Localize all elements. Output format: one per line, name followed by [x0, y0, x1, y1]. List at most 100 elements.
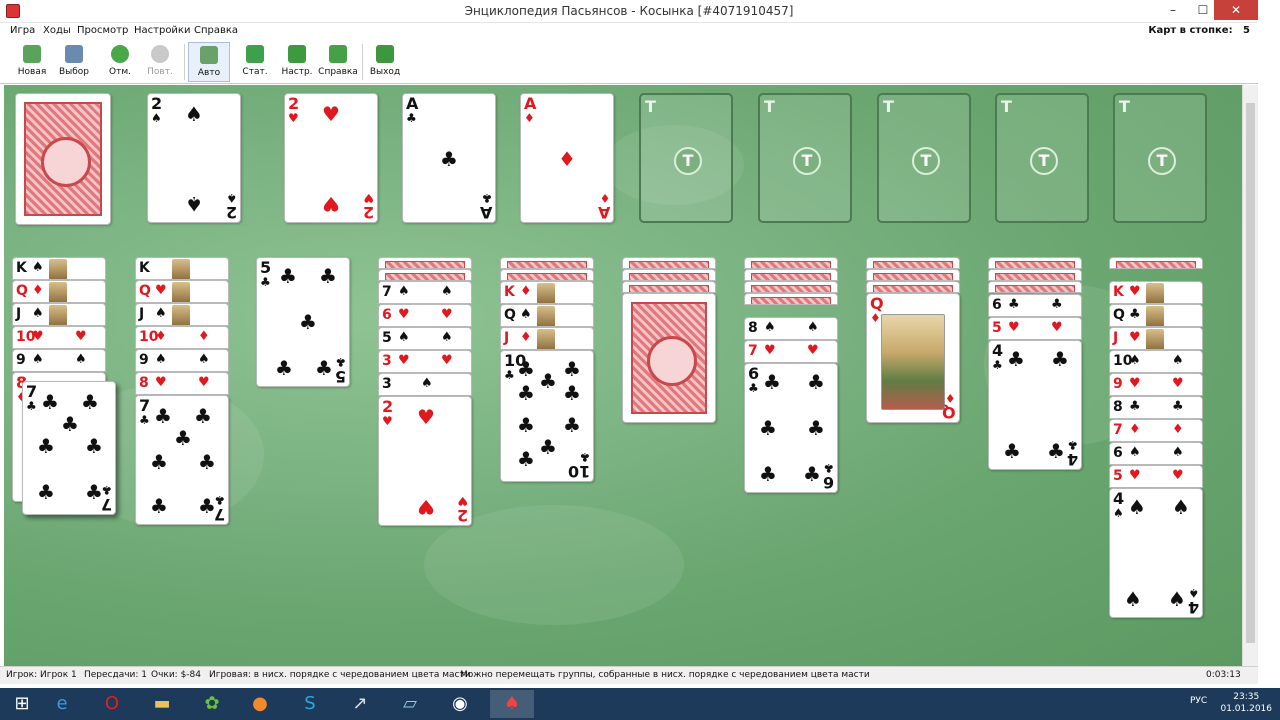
game-table: 2 ♠ ♠ ♠ 2 ♠ 2 ♥ ♥ ♥ 2 ♥ A ♣ ♣ A ♣ A ♦ ♦ A ♦ ТТ Т…: [4, 85, 1242, 666]
status-bar: Игрок: Игрок 1 Пересдачи: 1 Очки: $-84 И…: [0, 666, 1258, 684]
help-button[interactable]: Справка: [318, 42, 358, 82]
tableau-8-facedown: [866, 269, 960, 281]
tableau-7-card[interactable]: 8 ♠ ♠: [744, 317, 838, 340]
tableau-5-card[interactable]: K ♦: [500, 281, 594, 304]
tableau-4-card[interactable]: 5 ♠ ♠: [378, 327, 472, 350]
queen-portrait: [881, 314, 945, 410]
status-redeals: Пересдачи: 1: [84, 670, 148, 680]
tableau-2-card[interactable]: 10 ♦ ♦: [135, 326, 229, 349]
auto-label: Авто: [197, 68, 221, 78]
exit-icon: [376, 45, 394, 63]
tableau-7-top-card[interactable]: 6 ♣ ♣ ♣ ♣ ♣ ♣ ♣ 6 ♣: [744, 363, 838, 493]
skype-icon[interactable]: S: [288, 690, 332, 718]
scrollbar-thumb[interactable]: [1246, 103, 1255, 643]
firefox-icon[interactable]: ●: [238, 690, 282, 718]
start-icon[interactable]: ⊞: [0, 690, 44, 718]
tableau-4-facedown: [378, 257, 472, 269]
language-indicator[interactable]: РУС: [1190, 696, 1207, 706]
stats-button[interactable]: Стат.: [240, 42, 270, 82]
tableau-9-card[interactable]: 5 ♥ ♥: [988, 317, 1082, 340]
opera-icon[interactable]: O: [90, 690, 134, 718]
app-icon[interactable]: ◉: [438, 690, 482, 718]
clock[interactable]: 23:35 01.01.2016: [1220, 691, 1272, 715]
tableau-4-card[interactable]: 3 ♠: [378, 373, 472, 396]
dragged-card[interactable]: 7 ♣ ♣ ♣ ♣ ♣ ♣ ♣ ♣ 7 ♣: [22, 381, 116, 515]
exit-button[interactable]: Выход: [368, 42, 402, 82]
app-icon[interactable]: ↗: [338, 690, 382, 718]
tableau-2-card[interactable]: J ♠: [135, 303, 229, 326]
icq-icon[interactable]: ✿: [190, 690, 234, 718]
stock-pile[interactable]: [15, 93, 111, 225]
tableau-10-card[interactable]: 10 ♠ ♠: [1109, 350, 1203, 373]
settings-button[interactable]: Настр.: [279, 42, 315, 82]
waste-card-2[interactable]: 2 ♥ ♥ ♥ 2 ♥: [284, 93, 378, 223]
tableau-2-card[interactable]: 8 ♥ ♥: [135, 372, 229, 395]
minimize-button[interactable]: –: [1158, 0, 1188, 20]
help-label: Справка: [318, 67, 358, 77]
tableau-4-card[interactable]: 3 ♥ ♥: [378, 350, 472, 373]
waste-card-4[interactable]: A ♦ ♦ A ♦: [520, 93, 614, 223]
auto-icon: [200, 46, 218, 64]
foundation-slot-4[interactable]: ТТ: [995, 93, 1089, 223]
tableau-10-card[interactable]: 5 ♥ ♥: [1109, 465, 1203, 488]
tableau-3-top-card[interactable]: 5 ♣ ♣ ♣ ♣ ♣ ♣ 5 ♣: [256, 257, 350, 387]
tableau-4-card[interactable]: 7 ♠ ♠: [378, 281, 472, 304]
auto-button[interactable]: Авто: [188, 42, 230, 82]
app-icon[interactable]: ▱: [388, 690, 432, 718]
foundation-slot-5[interactable]: ТТ: [1113, 93, 1207, 223]
tableau-5-top-card[interactable]: 10 ♣ ♣ ♣ ♣ ♣ ♣ ♣ ♣ ♣ ♣ 10 ♣: [500, 350, 594, 482]
tableau-10-card[interactable]: Q ♣: [1109, 304, 1203, 327]
tableau-9-card[interactable]: 6 ♣ ♣: [988, 294, 1082, 317]
solitaire-taskbar-icon[interactable]: ♠: [490, 690, 534, 718]
undo-label: Отм.: [109, 67, 131, 77]
tableau-2-top-card[interactable]: 7 ♣ ♣ ♣ ♣ ♣ ♣ ♣ ♣ 7 ♣: [135, 395, 229, 525]
tableau-6-facedown: [622, 281, 716, 293]
tableau-2-card[interactable]: 9 ♠ ♠: [135, 349, 229, 372]
foundation-slot-2[interactable]: ТТ: [758, 93, 852, 223]
menu-settings[interactable]: Настройки: [134, 25, 190, 36]
choose-game-button[interactable]: Выбор: [55, 42, 93, 82]
tableau-10-card[interactable]: K ♥: [1109, 281, 1203, 304]
tableau-1-card[interactable]: J ♠: [12, 303, 106, 326]
tableau-5-card[interactable]: Q ♠: [500, 304, 594, 327]
waste-card-1[interactable]: 2 ♠ ♠ ♠ 2 ♠: [147, 93, 241, 223]
undo-button[interactable]: Отм.: [104, 42, 136, 82]
tableau-1-card[interactable]: 10 ♥ ♥: [12, 326, 106, 349]
tableau-2-card[interactable]: Q ♥: [135, 280, 229, 303]
tableau-10-top-card[interactable]: 4 ♠ ♠ ♠ ♠ ♠ 4 ♠: [1109, 488, 1203, 618]
tableau-6-facedown-card[interactable]: [622, 293, 716, 423]
redo-button[interactable]: Повт.: [144, 42, 176, 82]
foundation-slot-1[interactable]: ТТ: [639, 93, 733, 223]
tableau-8-top-card[interactable]: Q ♦ Q ♦: [866, 293, 960, 423]
deck-label: Карт в стопке:: [1148, 25, 1233, 36]
title-bar: Энциклопедия Пасьянсов - Косынка [#40719…: [0, 0, 1258, 23]
menu-view[interactable]: Просмотр: [77, 25, 128, 36]
deck-count: 5: [1243, 25, 1250, 36]
tableau-7-card[interactable]: 7 ♥ ♥: [744, 340, 838, 363]
tableau-8-facedown: [866, 257, 960, 269]
close-button[interactable]: ✕: [1214, 0, 1258, 20]
foundation-slot-3[interactable]: ТТ: [877, 93, 971, 223]
menu-moves[interactable]: Ходы: [43, 25, 71, 36]
tableau-4-top-card[interactable]: 2 ♥ ♥ ♥ 2 ♥: [378, 396, 472, 526]
tableau-1-card[interactable]: Q ♦: [12, 280, 106, 303]
menu-help[interactable]: Справка: [194, 25, 238, 36]
tableau-10-card[interactable]: J ♥: [1109, 327, 1203, 350]
tableau-10-card[interactable]: 6 ♠ ♠: [1109, 442, 1203, 465]
clock-date: 01.01.2016: [1220, 704, 1272, 714]
new-game-button[interactable]: Новая: [14, 42, 50, 82]
tableau-10-card[interactable]: 8 ♣ ♣: [1109, 396, 1203, 419]
folder-icon[interactable]: ▬: [140, 690, 184, 718]
tableau-4-card[interactable]: 6 ♥ ♥: [378, 304, 472, 327]
tableau-10-card[interactable]: 7 ♦ ♦: [1109, 419, 1203, 442]
tableau-2-card[interactable]: K: [135, 257, 229, 280]
tableau-1-card[interactable]: K ♠: [12, 257, 106, 280]
ie-icon[interactable]: e: [40, 690, 84, 718]
waste-card-3[interactable]: A ♣ ♣ A ♣: [402, 93, 496, 223]
tableau-9-top-card[interactable]: 4 ♣ ♣ ♣ ♣ ♣ 4 ♣: [988, 340, 1082, 470]
tableau-10-card[interactable]: 9 ♥ ♥: [1109, 373, 1203, 396]
vertical-scrollbar[interactable]: [1242, 85, 1258, 666]
menu-game[interactable]: Игра: [10, 25, 35, 36]
tableau-5-card[interactable]: J ♦: [500, 327, 594, 350]
tableau-1-card[interactable]: 9 ♠ ♠: [12, 349, 106, 372]
